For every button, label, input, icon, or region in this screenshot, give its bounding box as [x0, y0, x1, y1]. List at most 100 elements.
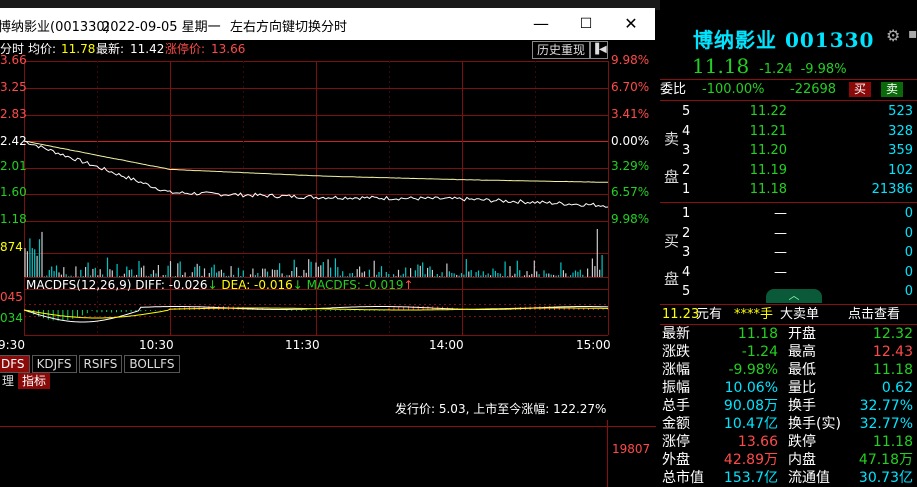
ask-price: 11.19: [749, 162, 787, 178]
pct-tick: 0.00%: [611, 134, 650, 148]
stock-name: 博纳影业: [693, 28, 777, 52]
stat-row: 最新 11.18 开盘 12.32: [660, 325, 917, 343]
stat-value: 11.18: [872, 434, 913, 450]
pct-tick: 6.57%: [611, 185, 650, 199]
macd-value: MACDFS: -0.019: [306, 278, 404, 292]
weibi-row: 委比 -100.00% -22698 买 卖: [660, 80, 917, 99]
limit-up-value: 13.66: [211, 42, 246, 56]
ask-row[interactable]: 4 11.21 328: [660, 122, 917, 141]
ask-row[interactable]: 5 11.22 523: [660, 102, 917, 121]
stat-row: 金额 10.47亿 换手(实) 32.77%: [660, 415, 917, 433]
stat-label: 开盘: [788, 326, 816, 342]
bid-level: 5: [682, 284, 691, 299]
bid-row[interactable]: 1 — 0: [660, 204, 917, 223]
stat-value: 12.43: [872, 344, 913, 360]
stat-row: 外盘 42.89万 内盘 47.18万: [660, 451, 917, 469]
tab-manage[interactable]: 理: [0, 373, 17, 389]
stat-row: 涨停 13.66 跌停 11.18: [660, 433, 917, 451]
current-price: 11.18: [692, 54, 750, 78]
bg-axis-number: 19807: [612, 442, 651, 456]
stat-row: 涨幅 -9.98% 最低 11.18: [660, 361, 917, 379]
stat-label: 流通值: [788, 470, 830, 486]
close-button[interactable]: ✕: [609, 8, 653, 40]
bid-row[interactable]: 3 — 0: [660, 243, 917, 262]
stat-value: -9.98%: [728, 362, 778, 378]
gear-icon[interactable]: ⚙: [886, 26, 900, 45]
tab-rsifs[interactable]: RSIFS: [78, 355, 123, 373]
ask-price: 11.21: [749, 123, 787, 139]
stat-label: 最新: [662, 326, 690, 342]
price-tick: 3.66: [0, 53, 27, 67]
time-tick: 14:00: [429, 338, 464, 352]
stat-value: 10.06%: [724, 380, 778, 396]
ask-row[interactable]: 3 11.20 359: [660, 141, 917, 160]
sell-button[interactable]: 卖: [881, 82, 903, 97]
ask-price: 11.20: [749, 143, 787, 158]
macd-name: MACDFS(12,26,9): [26, 278, 132, 292]
bid-level: 4: [682, 264, 691, 280]
bid-row[interactable]: 2 — 0: [660, 224, 917, 243]
macd-legend: MACDFS(12,26,9) DIFF: -0.026↓ DEA: -0.01…: [26, 278, 414, 292]
expand-up-icon[interactable]: ︿: [766, 289, 822, 303]
big-order-type: 大卖单: [780, 307, 820, 322]
divider: [660, 100, 917, 101]
limit-up-label: 涨停价:: [165, 42, 206, 56]
weibi-label: 委比: [660, 82, 687, 97]
pct-tick: 6.70%: [611, 80, 650, 94]
stat-value: 32.77%: [859, 398, 913, 414]
pct-tick: 9.98%: [611, 212, 650, 226]
stat-label: 总市值: [662, 470, 704, 486]
stat-label: 跌停: [788, 434, 816, 450]
stat-value: 10.47亿: [723, 416, 778, 432]
stat-label: 量比: [788, 380, 816, 396]
bid-price: —: [774, 245, 787, 260]
weibi-pct: -100.00%: [702, 82, 765, 97]
stat-value: 42.89万: [723, 452, 778, 468]
popup-title: 博纳影业(001330): [0, 20, 110, 35]
price-change: -1.24: [759, 62, 793, 77]
bid-row[interactable]: 4 — 0: [660, 263, 917, 282]
big-order-row[interactable]: 11.23 元有 ****手 大卖单 点击查看: [660, 305, 917, 324]
minimize-button[interactable]: —: [519, 8, 563, 40]
time-tick: 11:30: [285, 338, 320, 352]
price-tick: 2.01: [0, 159, 27, 173]
ask-volume: 523: [888, 104, 913, 119]
volume-tick: 874: [0, 240, 23, 254]
more-icon[interactable]: ▪: [908, 26, 917, 42]
sub-tabs: 理指标: [0, 373, 52, 389]
ask-row[interactable]: 2 11.19 102: [660, 161, 917, 180]
bid-level: 1: [682, 206, 691, 221]
buy-button[interactable]: 买: [849, 82, 871, 97]
rewind-icon[interactable]: ▐◀: [590, 41, 608, 59]
popup-date: 2022-09-05 星期一: [102, 20, 221, 35]
maximize-button[interactable]: ☐: [564, 8, 608, 40]
ask-price: 11.18: [749, 182, 787, 197]
ask-volume: 102: [888, 162, 913, 178]
ask-level: 4: [682, 123, 691, 139]
popup-titlebar[interactable]: 博纳影业(001330) 2022-09-05 星期一 左右方向键切换分时 — …: [0, 8, 655, 40]
tab-bollfs[interactable]: BOLLFS: [124, 355, 180, 373]
ask-row[interactable]: 1 11.18 21386: [660, 180, 917, 199]
stock-name-code: 博纳影业 001330: [693, 24, 874, 53]
history-replay-button[interactable]: 历史重现: [532, 41, 591, 59]
macd-diff: DIFF: -0.026: [135, 278, 208, 292]
ask-level: 2: [682, 162, 691, 178]
price-tick: 3.25: [0, 80, 27, 94]
time-tick: 15:00: [576, 338, 611, 352]
avg-price-value: 11.78: [61, 42, 96, 56]
tab-macdfs[interactable]: DFS: [0, 355, 30, 373]
stat-label: 内盘: [788, 452, 816, 468]
price-change-pct: -9.98%: [800, 62, 847, 77]
tab-kdjfs[interactable]: KDJFS: [31, 355, 77, 373]
pct-tick: 3.41%: [611, 107, 650, 121]
tab-indicator[interactable]: 指标: [18, 373, 51, 389]
stat-value: 13.66: [737, 434, 778, 450]
stat-label: 振幅: [662, 380, 690, 396]
up-arrow-icon: ↑: [403, 278, 414, 292]
big-order-stars: ****手: [734, 307, 774, 322]
big-order-view-link[interactable]: 点击查看: [848, 305, 900, 324]
popup-hint: 左右方向键切换分时: [230, 20, 348, 35]
bg-vline: [607, 420, 608, 487]
ask-price: 11.22: [749, 104, 787, 119]
stat-label: 外盘: [662, 452, 690, 468]
